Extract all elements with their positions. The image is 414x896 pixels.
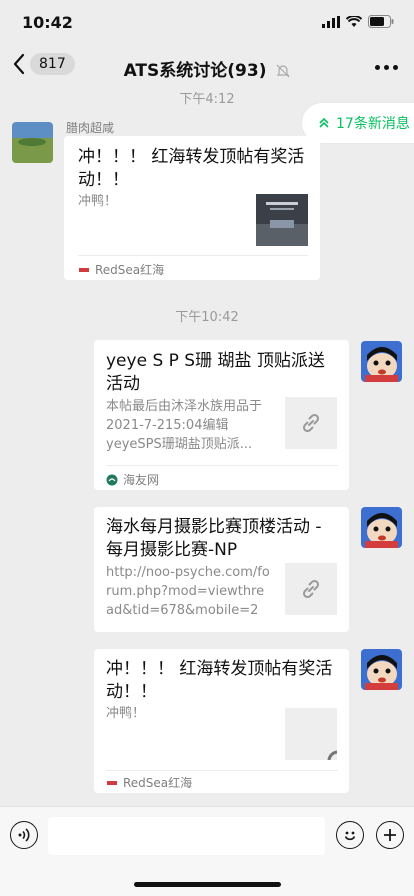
nav-bar: 817 ATS系统讨论(93) (0, 46, 414, 88)
landscape-avatar-image (12, 122, 53, 163)
battery-icon (368, 15, 394, 28)
ellipsis-dot (393, 65, 398, 70)
redsea-logo-icon (106, 777, 118, 788)
sender-avatar[interactable] (12, 122, 53, 163)
card-title: yeye S P S珊 瑚盐 顶贴派送活动 (106, 351, 325, 394)
card-source: RedSea红海 (106, 774, 192, 791)
status-bar: 10:42 (0, 0, 414, 46)
bell-slash-icon (276, 64, 290, 78)
self-avatar[interactable] (361, 341, 402, 382)
shared-link-card[interactable]: yeye S P S珊 瑚盐 顶贴派送活动 本帖最后由沐泽水族用品于2021-7… (94, 340, 349, 490)
card-source: RedSea红海 (78, 261, 164, 278)
card-thumbnail-loading (285, 708, 338, 761)
card-divider (106, 465, 338, 466)
status-icons (322, 15, 394, 28)
card-description: 本帖最后由沐泽水族用品于2021-7-215:04编辑 yeyeSPS珊瑚盐顶贴… (106, 399, 263, 452)
card-description: 冲鸭！ (106, 706, 146, 721)
card-title: 海水每月摄影比赛顶楼活动 - 每月摄影比赛-NP (106, 517, 322, 560)
cartoon-avatar-image (361, 649, 402, 690)
emoji-button[interactable] (336, 821, 364, 849)
loading-spinner-icon (327, 750, 338, 761)
link-icon (302, 579, 320, 599)
more-button[interactable] (375, 65, 398, 70)
redsea-logo-icon (78, 264, 90, 275)
card-source-label: 海友网 (123, 473, 160, 487)
shared-link-card[interactable]: 冲！！！ 红海转发顶帖有奖活动！！ 冲鸭！ RedSea红海 (94, 649, 349, 793)
message-input[interactable] (48, 817, 325, 855)
sender-name: 腊肉超咸 (66, 121, 115, 135)
new-messages-label: 17条新消息 (336, 116, 410, 132)
card-source-label: RedSea红海 (95, 263, 165, 277)
link-thumbnail (285, 563, 337, 615)
card-source: 海友网 (106, 471, 159, 488)
card-title: 冲！！！ 红海转发顶帖有奖活动！！ (78, 147, 305, 190)
cartoon-avatar-image (361, 507, 402, 548)
chat-title-bar: ATS系统讨论(93) (0, 56, 414, 81)
card-source-label: RedSea红海 (123, 776, 193, 790)
self-avatar[interactable] (361, 507, 402, 548)
time-separator: 下午10:42 (175, 310, 239, 325)
plus-icon (384, 829, 396, 841)
double-chevron-up-icon (319, 117, 329, 128)
chat-title: ATS系统讨论(93) (123, 61, 267, 81)
card-description: http://noo-psyche.com/forum.php?mod=view… (106, 565, 270, 618)
card-description: 冲鸭！ (78, 194, 118, 209)
voice-icon (18, 828, 30, 842)
signal-icon (322, 15, 340, 28)
self-avatar[interactable] (361, 649, 402, 690)
card-divider (78, 255, 308, 256)
status-time: 10:42 (22, 13, 73, 32)
card-divider (106, 770, 338, 771)
card-title: 冲！！！ 红海转发顶帖有奖活动！！ (106, 659, 333, 702)
home-indicator[interactable] (134, 882, 281, 887)
cartoon-avatar-image (361, 341, 402, 382)
shared-link-card[interactable]: 海水每月摄影比赛顶楼活动 - 每月摄影比赛-NP http://noo-psyc… (94, 507, 349, 632)
ellipsis-icon (375, 65, 380, 70)
wifi-icon (346, 15, 362, 27)
ellipsis-dot (384, 65, 389, 70)
shared-link-card[interactable]: 冲！！！ 红海转发顶帖有奖活动！！ 冲鸭！ RedSea红海 (64, 136, 320, 280)
add-button[interactable] (376, 821, 404, 849)
card-thumbnail (256, 194, 308, 246)
voice-button[interactable] (10, 821, 38, 849)
link-icon (302, 413, 320, 433)
smile-icon (344, 831, 356, 841)
link-thumbnail (285, 397, 337, 449)
haiyou-logo-icon (106, 474, 118, 485)
